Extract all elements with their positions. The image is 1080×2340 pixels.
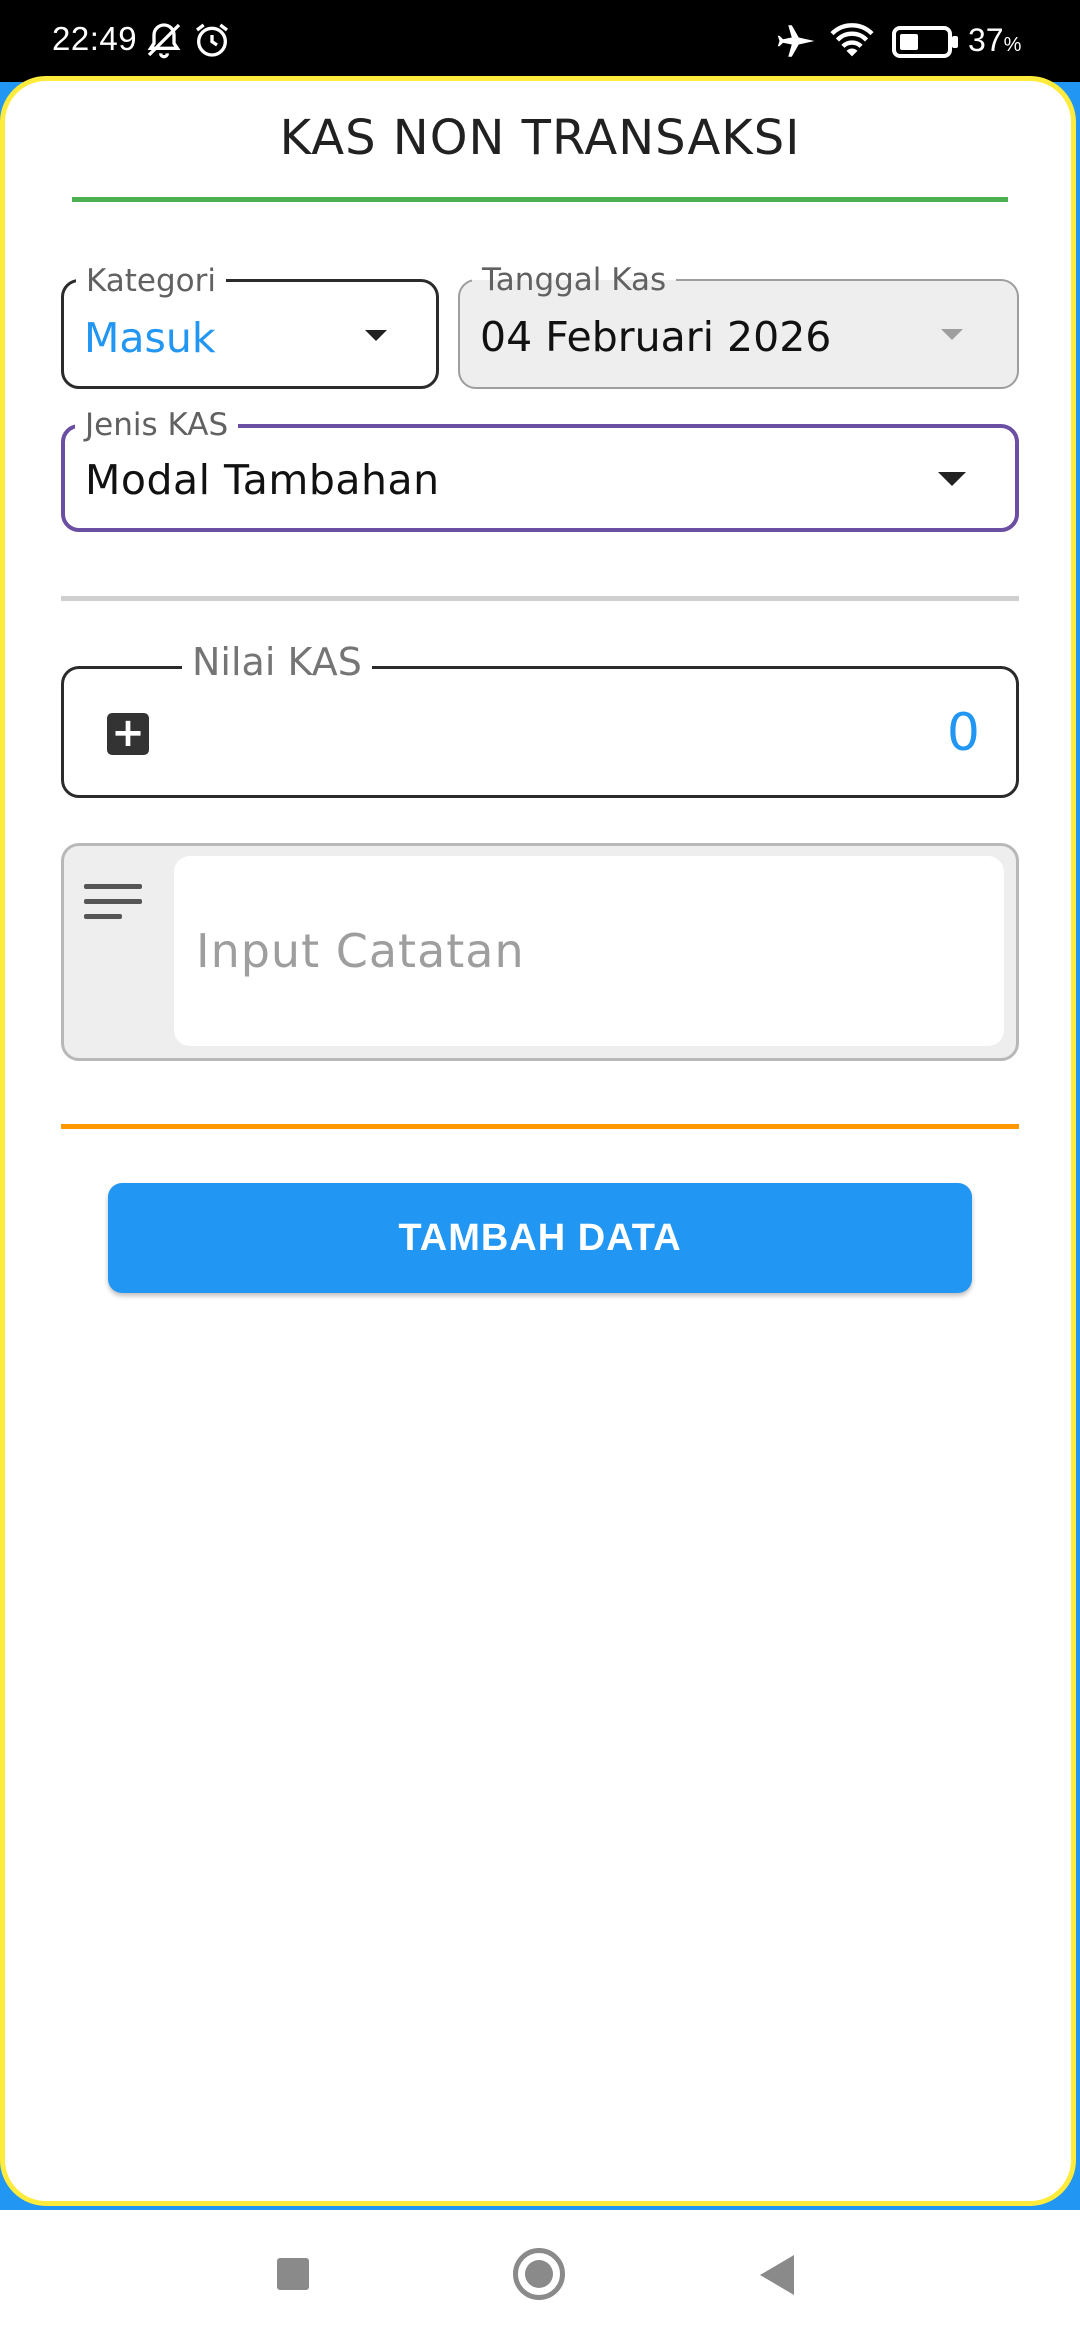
battery-percentage: 37% (968, 22, 1021, 59)
airplane-icon (777, 25, 815, 57)
bell-off-icon (147, 23, 181, 59)
jenis-kas-value: Modal Tambahan (85, 456, 440, 504)
battery-value: 37 (968, 22, 1004, 58)
status-bar: 22:49 37% (0, 0, 1080, 82)
notes-icon (84, 884, 142, 929)
form-card (0, 76, 1076, 2206)
back-icon[interactable] (760, 2255, 794, 2295)
kategori-dropdown[interactable]: Kategori Masuk (61, 262, 439, 389)
page-title: KAS NON TRANSAKSI (279, 110, 801, 166)
alarm-icon (196, 23, 228, 57)
section-divider (61, 596, 1019, 601)
wifi-icon (830, 23, 874, 57)
tanggal-kas-dropdown[interactable]: Tanggal Kas 04 Februari 2026 (458, 261, 1019, 389)
plus-icon[interactable]: + (107, 713, 149, 755)
status-time: 22:49 (52, 20, 138, 57)
nilai-kas-field[interactable]: Nilai KAS + 0 (61, 643, 1019, 798)
chevron-down-icon (365, 330, 387, 341)
form-divider (61, 1124, 1019, 1129)
catatan-container (61, 843, 1019, 1061)
jenis-kas-dropdown[interactable]: Jenis KAS Modal Tambahan (61, 406, 1019, 532)
catatan-input[interactable] (174, 856, 1004, 1046)
battery-icon (892, 26, 958, 58)
kategori-label: Kategori (76, 262, 227, 300)
home-icon[interactable] (513, 2248, 565, 2300)
nilai-kas-label: Nilai KAS (182, 643, 372, 681)
jenis-kas-label: Jenis KAS (75, 406, 239, 444)
battery-unit: % (1003, 34, 1022, 56)
recent-apps-icon[interactable] (277, 2258, 309, 2290)
tanggal-kas-value: 04 Februari 2026 (480, 313, 832, 361)
chevron-down-icon (941, 329, 963, 340)
chevron-down-icon (938, 472, 966, 486)
kategori-value: Masuk (84, 314, 216, 362)
tambah-data-button[interactable]: TAMBAH DATA (108, 1183, 972, 1293)
tanggal-kas-label: Tanggal Kas (472, 261, 677, 299)
title-underline (72, 197, 1008, 202)
nilai-kas-value: 0 (946, 703, 980, 763)
